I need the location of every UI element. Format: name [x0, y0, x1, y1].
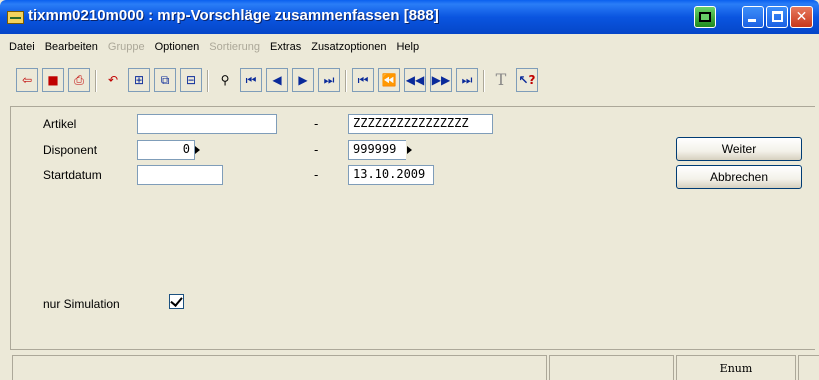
- text-icon[interactable]: T: [490, 68, 512, 92]
- previous-page-icon[interactable]: ◀◀: [404, 68, 426, 92]
- window-title: tixmm0210m000 : mrp-Vorschläge zusammenf…: [28, 7, 439, 24]
- menu-gruppe[interactable]: Gruppe: [103, 41, 150, 53]
- weiter-button[interactable]: Weiter: [676, 137, 802, 161]
- printer-status-icon[interactable]: [694, 6, 716, 28]
- disponent-from-input[interactable]: 0: [137, 140, 195, 160]
- disponent-label: Disponent: [43, 143, 98, 157]
- artikel-from-input[interactable]: [137, 114, 277, 134]
- maximize-button[interactable]: [766, 6, 788, 28]
- artikel-range-separator: -: [314, 117, 319, 131]
- last-record-icon[interactable]: ⏭: [318, 68, 340, 92]
- menu-sortierung[interactable]: Sortierung: [204, 41, 265, 53]
- startdatum-to-input[interactable]: 13.10.2009: [348, 165, 434, 185]
- abbrechen-button[interactable]: Abbrechen: [676, 165, 802, 189]
- status-cell-2: [549, 355, 674, 380]
- simulation-checkbox[interactable]: [169, 294, 184, 309]
- app-icon: [7, 11, 24, 24]
- previous-record-icon[interactable]: ◀: [266, 68, 288, 92]
- startdatum-from-input[interactable]: [137, 165, 223, 185]
- menu-bearbeiten[interactable]: Bearbeiten: [40, 41, 103, 53]
- menu-bar: Datei Bearbeiten Gruppe Optionen Sortier…: [0, 34, 819, 60]
- find-icon[interactable]: ⚲: [214, 68, 236, 92]
- disponent-to-zoom-icon[interactable]: [407, 146, 412, 154]
- toolbar: ⇦ ■ ⎙ ↶ ⊞ ⧉ ⊟ ⚲ ⏮ ◀ ▶ ⏭ ⏮ ⏪ ◀◀ ▶▶ ⏭ T ↖?: [0, 60, 819, 106]
- help-glyph: ?: [528, 73, 536, 87]
- status-message: [12, 355, 547, 380]
- save-icon[interactable]: ■: [42, 68, 64, 92]
- first-group-icon[interactable]: ⏮: [352, 68, 374, 92]
- startdatum-range-separator: -: [314, 168, 319, 182]
- disponent-from-zoom-icon[interactable]: [195, 146, 200, 154]
- help-icon[interactable]: ↖?: [516, 68, 538, 92]
- next-page-icon[interactable]: ▶▶: [430, 68, 452, 92]
- menu-help[interactable]: Help: [391, 41, 424, 53]
- title-bar[interactable]: tixmm0210m000 : mrp-Vorschläge zusammenf…: [0, 0, 819, 34]
- copy-icon[interactable]: ⧉: [154, 68, 176, 92]
- status-cell-4: [798, 355, 819, 380]
- close-button[interactable]: ✕: [790, 6, 813, 28]
- disponent-range-separator: -: [314, 143, 319, 157]
- previous-group-icon[interactable]: ⏪: [378, 68, 400, 92]
- menu-zusatzoptionen[interactable]: Zusatzoptionen: [306, 41, 391, 53]
- menu-optionen[interactable]: Optionen: [150, 41, 205, 53]
- minimize-button[interactable]: [742, 6, 764, 28]
- menu-datei[interactable]: Datei: [4, 41, 40, 53]
- insert-icon[interactable]: ⊞: [128, 68, 150, 92]
- exit-icon[interactable]: ⇦: [16, 68, 38, 92]
- next-record-icon[interactable]: ▶: [292, 68, 314, 92]
- last-group-icon[interactable]: ⏭: [456, 68, 478, 92]
- status-bar: Enum: [0, 352, 819, 380]
- simulation-label: nur Simulation: [43, 297, 120, 311]
- artikel-to-input[interactable]: ZZZZZZZZZZZZZZZZ: [348, 114, 493, 134]
- duplicate-icon[interactable]: ⊟: [180, 68, 202, 92]
- disponent-to-input[interactable]: 999999: [348, 140, 406, 160]
- artikel-label: Artikel: [43, 117, 77, 131]
- undo-icon[interactable]: ↶: [102, 68, 124, 92]
- print-icon[interactable]: ⎙: [68, 68, 90, 92]
- first-record-icon[interactable]: ⏮: [240, 68, 262, 92]
- menu-extras[interactable]: Extras: [265, 41, 306, 53]
- startdatum-label: Startdatum: [43, 168, 102, 182]
- status-mode: Enum: [676, 355, 796, 380]
